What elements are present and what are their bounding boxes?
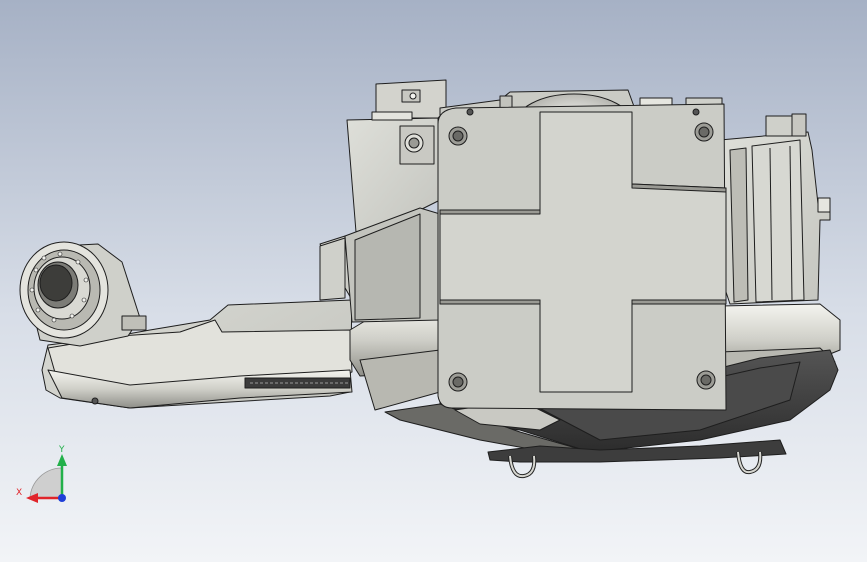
cross-cover-plate[interactable]	[437, 103, 727, 411]
model-canvas[interactable]: Y X	[0, 0, 867, 562]
left-gearbox[interactable]	[344, 79, 447, 323]
coordinate-triad-icon: Y X	[16, 445, 67, 503]
wrist-flange[interactable]	[19, 241, 147, 347]
motor-housing[interactable]	[719, 113, 831, 305]
cad-viewport[interactable]: Y X	[0, 0, 867, 562]
robot-arm-model[interactable]	[19, 79, 841, 479]
triad-y-label: Y	[58, 445, 65, 455]
triad-x-label: X	[16, 488, 22, 498]
